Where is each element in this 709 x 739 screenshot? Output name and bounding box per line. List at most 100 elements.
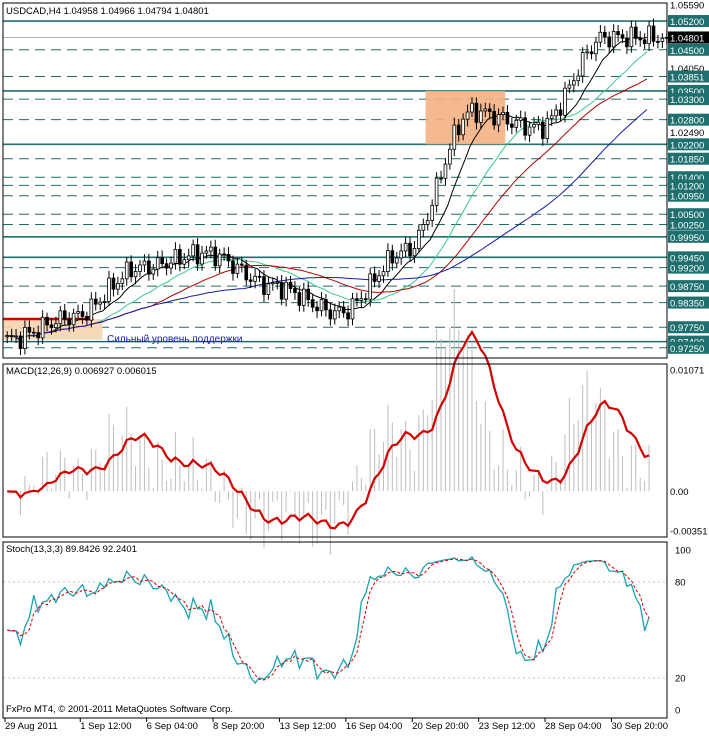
candle-body (638, 38, 643, 41)
candle-body (527, 126, 532, 136)
candle-body (554, 109, 558, 117)
candle-body (430, 204, 434, 221)
time-axis-label: 1 Sep 12:00 (80, 721, 131, 732)
macd-scale-label: 0.01071 (670, 366, 704, 377)
candle-body (532, 124, 536, 128)
candle-body (518, 117, 523, 121)
candle-body (240, 263, 244, 266)
macd-signal-line (7, 329, 650, 530)
candle-body (9, 335, 14, 338)
candle-body (178, 249, 182, 265)
candle-body (381, 271, 386, 277)
stoch-label: Stoch(13,3,3) 89.8426 92.2401 (6, 544, 137, 555)
candle-body (487, 108, 492, 112)
candle-body (541, 121, 545, 139)
price-scale-label: 0.98350 (670, 299, 704, 310)
candle-body (408, 242, 412, 257)
candle-body (138, 264, 142, 272)
candle-body (514, 119, 519, 128)
candle-body (93, 298, 98, 305)
price-scale-label: 1.04801 (670, 33, 704, 44)
candle-body (576, 75, 581, 82)
candle-body (483, 108, 488, 112)
candle-body (417, 229, 421, 249)
stoch-main-line (7, 555, 650, 685)
symbol-header: USDCAD,H4 1.04958 1.04966 1.04794 1.0480… (6, 6, 209, 17)
candle-body (328, 309, 333, 320)
candle-body (421, 224, 426, 231)
candle-body (195, 244, 200, 265)
candle-body (262, 276, 266, 295)
candle-body (244, 264, 249, 281)
chart-root: 1.05590 1.05200 1.04801 1.04500 1.04050 1.038… (0, 0, 709, 734)
candle-body (390, 250, 395, 264)
price-scale-label: 1.02200 (670, 140, 704, 151)
candle-body (80, 311, 85, 317)
candle-body (71, 312, 76, 326)
price-scale-label: 0.97250 (670, 344, 704, 355)
candle-body (545, 118, 550, 139)
candle-body (111, 277, 116, 290)
candle-body (647, 25, 651, 45)
candle-body (656, 40, 660, 43)
candle-body (412, 248, 417, 257)
time-axis-label: 30 Sep 20:00 (611, 721, 668, 732)
macd-label: MACD(12,26,9) 0.006927 0.006015 (6, 366, 157, 377)
time-axis-label: 16 Sep 04:00 (346, 721, 403, 732)
candle-body (439, 177, 443, 180)
candle-body (567, 84, 572, 89)
candle-body (27, 327, 32, 333)
text-layer: 1.055901.052001.048011.045001.040501.038… (5, 1, 709, 732)
candle-body (147, 260, 151, 275)
candle-body (337, 306, 342, 312)
candle-body (629, 26, 634, 48)
support-annotation: Сильный уровень поддержки (107, 334, 242, 345)
candle-body (301, 288, 306, 306)
candle-body (67, 318, 71, 326)
stoch-scale-label: 100 (675, 546, 691, 557)
price-grid (3, 20, 667, 349)
time-axis-label: 13 Sep 12:00 (279, 721, 336, 732)
candle-body (558, 109, 563, 116)
macd-panel (7, 289, 650, 555)
candle-body (505, 111, 510, 125)
candle-body (155, 257, 160, 270)
candle-body (501, 111, 505, 115)
ma-fast-line (4, 36, 648, 340)
candle-body (275, 281, 280, 284)
price-scale-label: 1.05590 (670, 1, 704, 12)
price-scale-label: 0.98750 (670, 282, 704, 293)
candle-body (58, 310, 63, 325)
candle-body (549, 115, 554, 119)
candle-body (341, 306, 346, 314)
candle-body (324, 299, 328, 311)
candle-body (270, 282, 275, 285)
candle-body (23, 327, 27, 349)
candle-body (425, 220, 430, 225)
candle-body (580, 52, 585, 77)
candle-body (107, 277, 111, 302)
candle-body (279, 281, 284, 300)
candle-body (213, 246, 218, 267)
candle-body (284, 281, 288, 300)
support-zone (3, 319, 103, 340)
copyright-footer: FxPro MT4, © 2001-2011 MetaQuotes Softwa… (6, 704, 233, 715)
stoch-scale-label: 20 (675, 674, 686, 685)
candle-body (594, 41, 598, 55)
candle-body (465, 111, 470, 120)
price-scale-label: 1.00950 (670, 192, 704, 203)
price-scale-label: 0.99200 (670, 264, 704, 275)
time-axis-label: 28 Sep 04:00 (545, 721, 602, 732)
candle-body (85, 316, 89, 321)
candle-body (129, 261, 133, 278)
zones (3, 90, 506, 340)
time-axis-label: 29 Aug 2011 (5, 721, 58, 732)
candle-body (603, 31, 607, 38)
candle-body (563, 87, 567, 116)
candle-body (319, 299, 324, 312)
candle-body (434, 177, 439, 206)
candle-body (363, 298, 368, 301)
candle-body (585, 51, 589, 54)
candle-body (572, 80, 576, 86)
candle-body (231, 260, 235, 274)
